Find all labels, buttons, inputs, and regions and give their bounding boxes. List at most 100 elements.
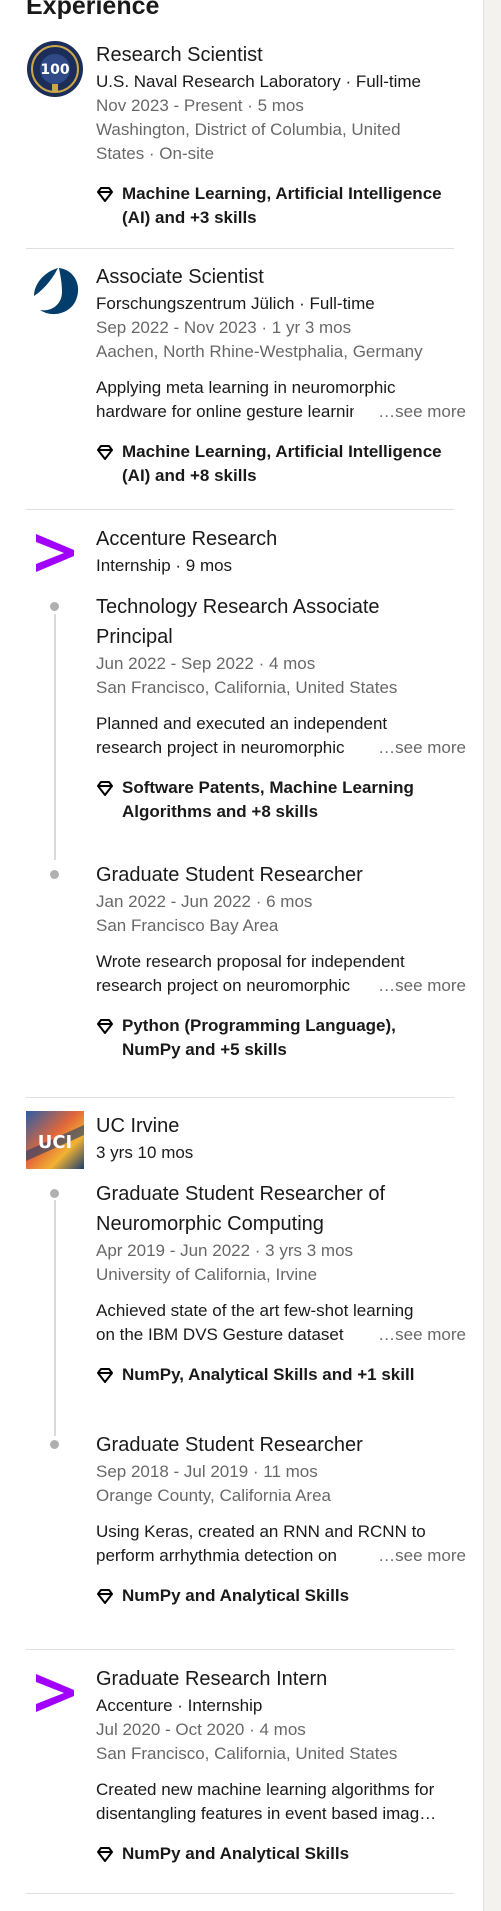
role-title[interactable]: Graduate Student Researcher (96, 860, 466, 890)
skills-text: NumPy and Analytical Skills (122, 1844, 350, 1863)
role-description: Using Keras, created an RNN and RCNN to … (96, 1520, 466, 1568)
skills-text: Software Patents, Machine Learning (122, 778, 414, 797)
job-title[interactable]: Associate Scientist (96, 262, 466, 292)
description-line: Applying meta learning in neuromorphic (96, 378, 396, 397)
company-name[interactable]: Accenture Research (96, 524, 466, 554)
role-location: San Francisco, California, United States (96, 678, 398, 697)
job-title[interactable]: Graduate Research Intern (96, 1664, 466, 1694)
accenture-logo[interactable] (26, 1664, 84, 1722)
company-summary: 3 yrs 10 mos (96, 1143, 194, 1162)
role-title[interactable]: Graduate Student Researcher of (96, 1179, 466, 1209)
timeline-bullet (50, 870, 59, 879)
skills-text: NumPy and Analytical Skills (122, 1586, 350, 1605)
skills-link[interactable]: NumPy and Analytical Skills (96, 1584, 466, 1612)
job-description: Applying meta learning in neuromorphic h… (96, 376, 466, 424)
description-line: Wrote research proposal for independent (96, 952, 405, 971)
divider (26, 509, 454, 510)
divider (26, 1649, 454, 1650)
description-line: research project on neuromorphic (96, 976, 351, 995)
role-description: Planned and executed an independent rese… (96, 712, 466, 760)
experience-entry-fzj: Associate Scientist Forschungszentrum Jü… (26, 262, 466, 502)
role-location: San Francisco Bay Area (96, 916, 279, 935)
job-description: Created new machine learning algorithms … (96, 1778, 466, 1826)
job-dates: Jul 2020 - Oct 2020 · 4 mos (96, 1720, 306, 1739)
role-title-cont[interactable]: Principal (96, 622, 466, 652)
skills-link[interactable]: Machine Learning, Artificial Intelligenc… (96, 182, 466, 230)
skills-text: NumPy, Analytical Skills and +1 skill (122, 1365, 415, 1384)
experience-card: Experience 100 Research Scientist U.S. N… (0, 0, 484, 1911)
skills-text: Python (Programming Language), (122, 1016, 396, 1035)
role-location: University of California, Irvine (96, 1265, 318, 1284)
accenture-logo[interactable] (26, 524, 84, 582)
see-more-link[interactable]: …see more (374, 1544, 466, 1568)
job-dates: Nov 2023 - Present · 5 mos (96, 96, 304, 115)
description-line: Achieved state of the art few-shot learn… (96, 1301, 414, 1320)
divider (26, 1893, 454, 1894)
role-dates: Sep 2018 - Jul 2019 · 11 mos (96, 1462, 318, 1481)
skills-text-cont: NumPy and +5 skills (122, 1040, 287, 1059)
skills-text-cont: Algorithms and +8 skills (122, 802, 319, 821)
see-more-link[interactable]: …see more (374, 400, 466, 424)
role-dates: Jan 2022 - Jun 2022 · 6 mos (96, 892, 313, 911)
description-line: research project in neuromorphic (96, 738, 345, 757)
company-name: U.S. Naval Research Laboratory · Full-ti… (96, 72, 422, 91)
see-more-link[interactable]: …see more (374, 736, 466, 760)
uci-logo-text: UCI (38, 1132, 73, 1153)
see-more-link[interactable]: …see more (374, 974, 466, 998)
nrl-logo-text: 100 (40, 62, 69, 78)
role-title-cont[interactable]: Neuromorphic Computing (96, 1209, 466, 1239)
skills-text: Machine Learning, Artificial Intelligenc… (122, 442, 442, 461)
job-location-cont: States · On-site (96, 144, 215, 163)
role-title[interactable]: Technology Research Associate (96, 592, 466, 622)
uci-logo[interactable]: UCI (26, 1111, 84, 1169)
diamond-icon (96, 776, 116, 824)
skills-link[interactable]: NumPy, Analytical Skills and +1 skill (96, 1363, 466, 1391)
diamond-icon (96, 1363, 116, 1391)
job-title[interactable]: Research Scientist (96, 40, 466, 70)
diamond-icon (96, 1842, 116, 1870)
job-dates: Sep 2022 - Nov 2023 · 1 yr 3 mos (96, 318, 352, 337)
skills-link[interactable]: Machine Learning, Artificial Intelligenc… (96, 440, 466, 488)
diamond-icon (96, 440, 116, 488)
description-line: Created new machine learning algorithms … (96, 1780, 435, 1799)
description-line: Planned and executed an independent (96, 714, 388, 733)
experience-entry-nrl: 100 Research Scientist U.S. Naval Resear… (26, 40, 456, 240)
skills-link[interactable]: Python (Programming Language), NumPy and … (96, 1014, 466, 1062)
role-dates: Jun 2022 - Sep 2022 · 4 mos (96, 654, 316, 673)
job-location: Washington, District of Columbia, United (96, 120, 401, 139)
timeline-line (54, 1200, 56, 1436)
company-name: Forschungszentrum Jülich · Full-time (96, 294, 375, 313)
description-line: disentangling features in event based im… (96, 1804, 437, 1823)
role-dates: Apr 2019 - Jun 2022 · 3 yrs 3 mos (96, 1241, 354, 1260)
description-line: on the IBM DVS Gesture dataset (96, 1325, 344, 1344)
skills-text: Machine Learning, Artificial Intelligenc… (122, 184, 442, 203)
section-title: Experience (26, 0, 160, 20)
company-name[interactable]: UC Irvine (96, 1111, 466, 1141)
fzj-logo[interactable] (26, 262, 84, 320)
description-line: hardware for online gesture learning (96, 402, 354, 421)
divider (26, 248, 454, 249)
divider (26, 1097, 454, 1098)
diamond-icon (96, 1014, 116, 1062)
diamond-icon (96, 1584, 116, 1612)
description-line: Using Keras, created an RNN and RCNN to (96, 1522, 426, 1541)
job-location: Aachen, North Rhine-Westphalia, Germany (96, 342, 423, 361)
job-location: San Francisco, California, United States (96, 1744, 398, 1763)
timeline-bullet (50, 1440, 59, 1449)
timeline-line (54, 614, 56, 860)
timeline-bullet (50, 1189, 59, 1198)
skills-link[interactable]: Software Patents, Machine Learning Algori… (96, 776, 466, 824)
skills-text-cont: (AI) and +3 skills (122, 208, 257, 227)
role-location: Orange County, California Area (96, 1486, 331, 1505)
role-description: Wrote research proposal for independent … (96, 950, 466, 998)
timeline-bullet (50, 602, 59, 611)
diamond-icon (96, 182, 116, 230)
description-line: perform arrhythmia detection on (96, 1546, 337, 1565)
skills-text-cont: (AI) and +8 skills (122, 466, 257, 485)
skills-link[interactable]: NumPy and Analytical Skills (96, 1842, 466, 1870)
company-summary: Internship · 9 mos (96, 556, 233, 575)
nrl-logo[interactable]: 100 (26, 40, 84, 98)
company-name: Accenture · Internship (96, 1696, 263, 1715)
role-title[interactable]: Graduate Student Researcher (96, 1430, 466, 1460)
see-more-link[interactable]: …see more (374, 1323, 466, 1347)
